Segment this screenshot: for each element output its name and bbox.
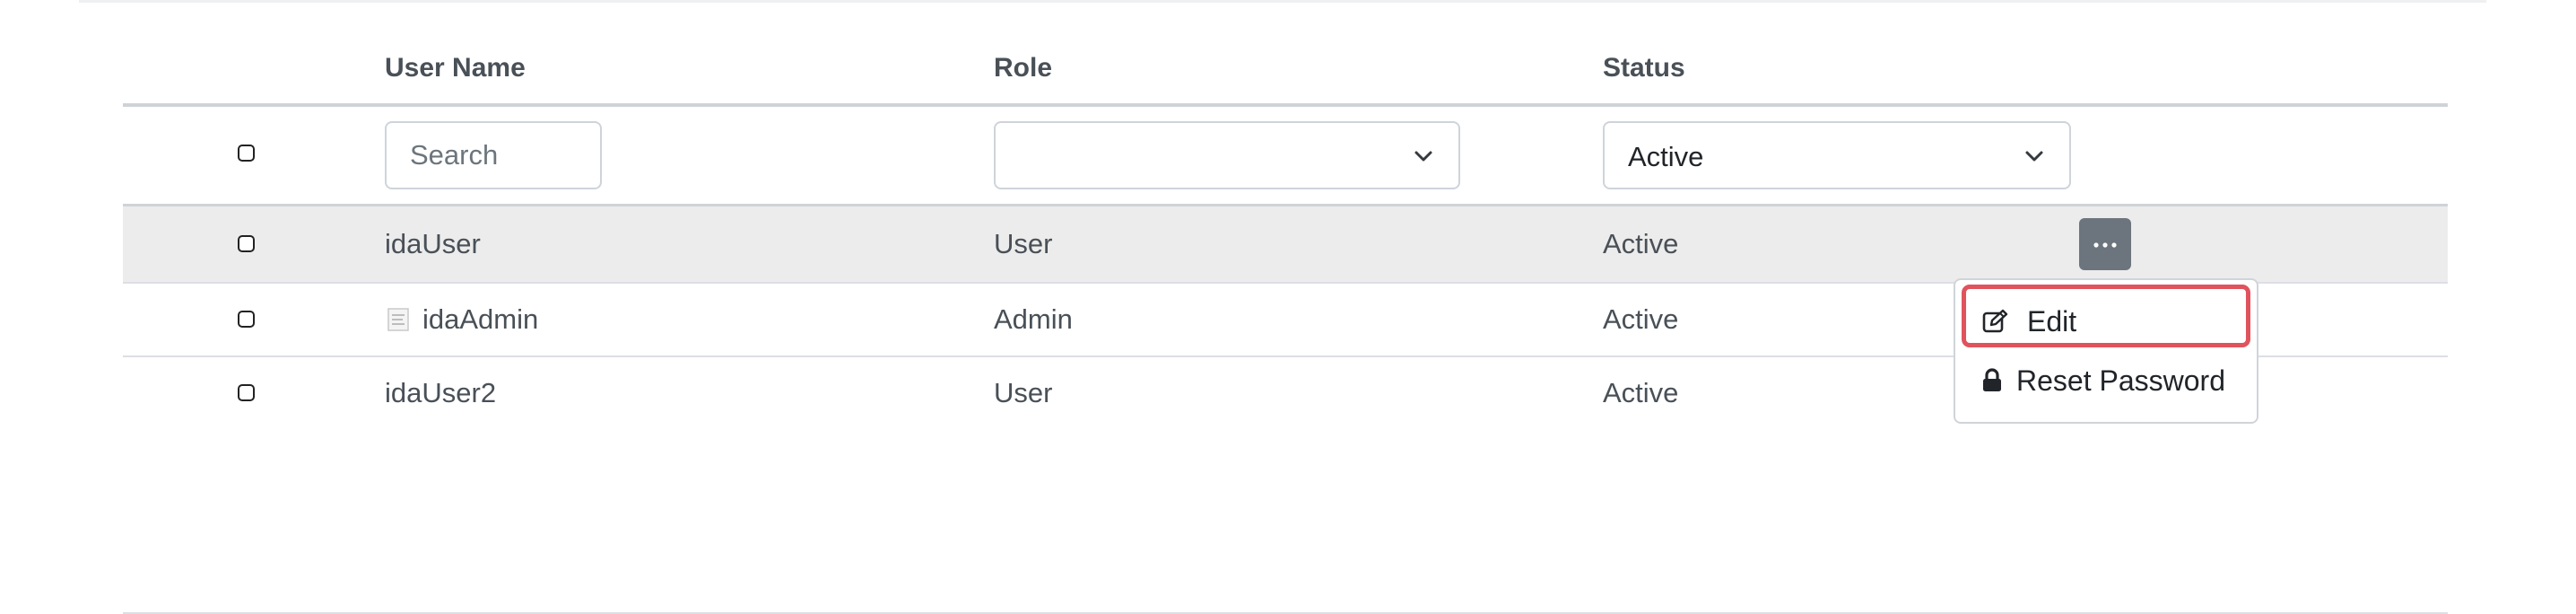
user-name-cell: idaUser <box>385 228 481 259</box>
status-cell: Active <box>1603 228 1679 259</box>
role-cell: Admin <box>994 303 1073 335</box>
menu-item-reset-password[interactable]: Reset Password <box>1955 355 2257 409</box>
role-filter-select[interactable] <box>994 121 1460 189</box>
user-name-cell: idaUser2 <box>385 377 497 408</box>
header-status[interactable]: Status <box>1603 53 1685 83</box>
table-header: User Name Role Status <box>123 0 2448 105</box>
row-checkbox[interactable] <box>238 384 255 401</box>
edit-icon <box>1982 309 2008 333</box>
status-cell: Active <box>1603 377 1679 408</box>
row-checkbox[interactable] <box>238 235 255 252</box>
header-role[interactable]: Role <box>994 53 1052 83</box>
row-checkbox[interactable] <box>238 311 255 328</box>
chevron-down-icon <box>2025 151 2043 162</box>
user-name-cell: idaAdmin <box>422 303 539 335</box>
chevron-down-icon <box>1414 151 1432 162</box>
header-user-name[interactable]: User Name <box>385 53 526 83</box>
menu-item-reset-password-label: Reset Password <box>2016 364 2225 397</box>
status-filter-select[interactable]: Active <box>1603 121 2071 189</box>
ellipsis-icon <box>2093 242 2117 248</box>
role-cell: User <box>994 377 1053 408</box>
row-actions-button[interactable] <box>2079 218 2131 270</box>
select-all-checkbox[interactable] <box>238 145 255 162</box>
row-actions-menu: Edit Reset Password <box>1954 278 2258 424</box>
user-name-search-input[interactable] <box>385 121 602 189</box>
status-cell: Active <box>1603 303 1679 335</box>
broken-image-icon <box>387 308 409 331</box>
status-filter-value: Active <box>1628 141 1704 172</box>
menu-item-edit[interactable]: Edit <box>1955 294 2257 348</box>
menu-item-edit-label: Edit <box>2027 305 2077 338</box>
filter-row: Active <box>123 107 2448 205</box>
role-cell: User <box>994 228 1053 259</box>
lock-icon <box>1983 368 2001 391</box>
